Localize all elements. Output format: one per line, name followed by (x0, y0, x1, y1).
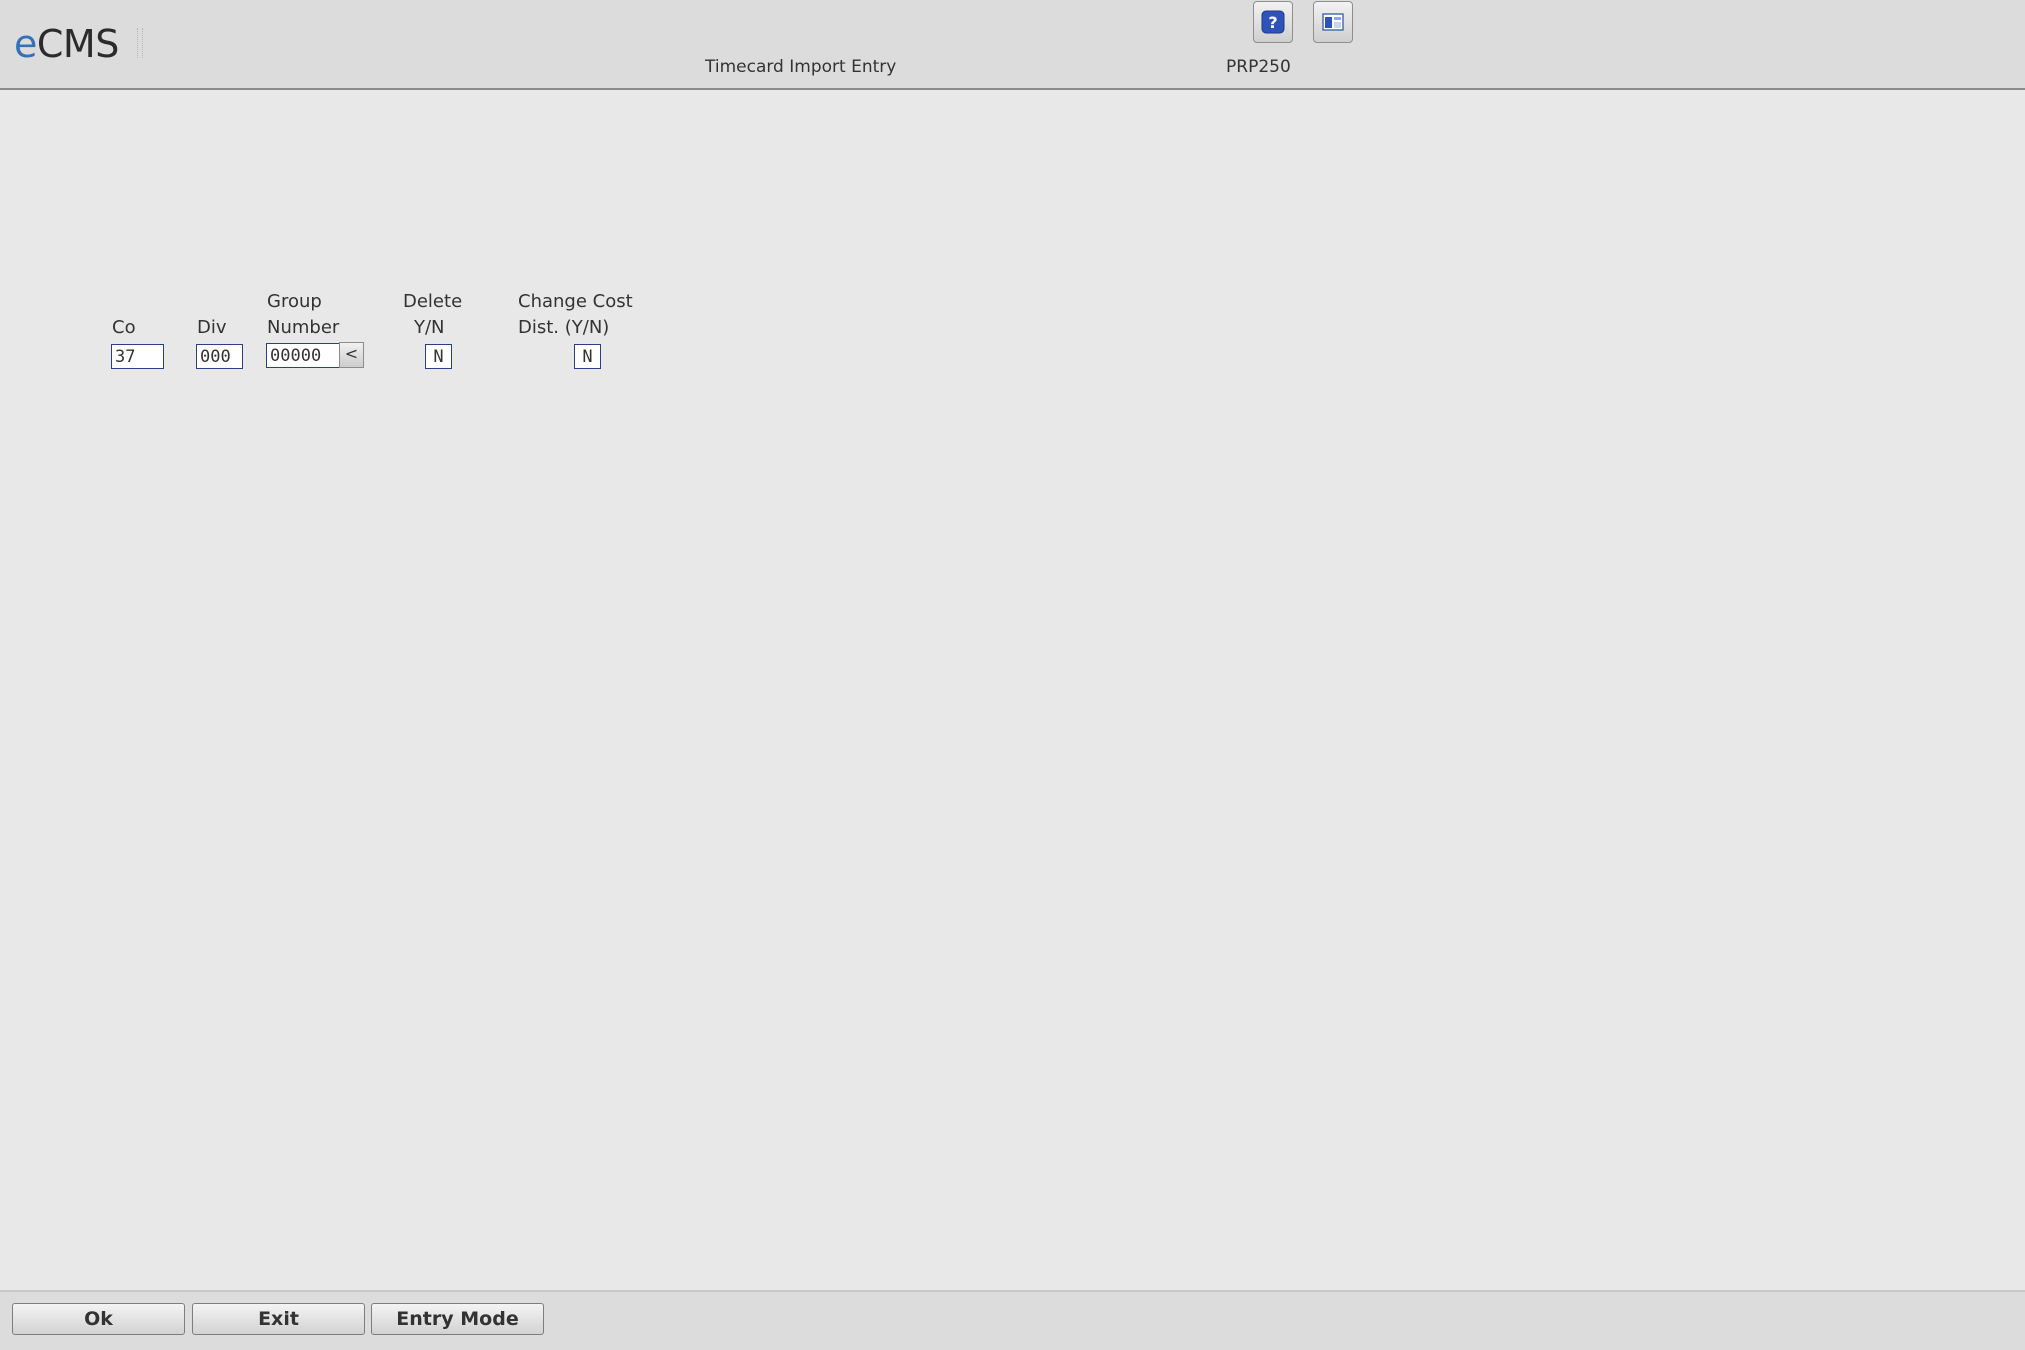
header-bar: eCMS ? Timecard Import Entry PRP250 (0, 0, 2025, 90)
group-number-input[interactable]: 00000 (266, 343, 340, 368)
delete-label-line2: Y/N (414, 317, 445, 338)
division-label: Div (197, 317, 227, 338)
program-id: PRP250 (1226, 57, 1291, 77)
group-number-label-line1: Group (267, 291, 322, 312)
window-layout-icon (1322, 13, 1344, 31)
delete-yn-input[interactable]: N (425, 344, 452, 369)
group-number-label-line2: Number (267, 317, 340, 338)
footer-bar: Ok Exit Entry Mode (0, 1290, 2025, 1350)
change-cost-label-line1: Change Cost (518, 291, 633, 312)
window-layout-button[interactable] (1313, 1, 1353, 43)
division-input[interactable]: 000 (196, 344, 243, 369)
svg-text:?: ? (1268, 13, 1277, 32)
change-cost-label-line2: Dist. (Y/N) (518, 317, 610, 338)
chevron-left-icon: < (344, 344, 359, 363)
help-button[interactable]: ? (1253, 1, 1293, 43)
entry-mode-button[interactable]: Entry Mode (371, 1303, 544, 1335)
group-number-prompt-button[interactable]: < (339, 342, 364, 368)
exit-button[interactable]: Exit (192, 1303, 365, 1335)
delete-label-line1: Delete (403, 291, 463, 312)
change-cost-dist-input[interactable]: N (574, 344, 601, 369)
logo-suffix: CMS (36, 22, 119, 66)
logo-prefix: e (14, 22, 37, 66)
ecms-logo: eCMS (14, 22, 119, 66)
logo-separator (137, 28, 143, 58)
help-question-icon: ? (1261, 10, 1285, 34)
company-label: Co (112, 317, 136, 338)
ok-button[interactable]: Ok (12, 1303, 185, 1335)
company-input[interactable]: 37 (111, 344, 164, 369)
screen-title: Timecard Import Entry (705, 57, 897, 77)
